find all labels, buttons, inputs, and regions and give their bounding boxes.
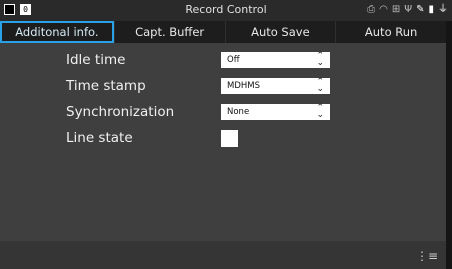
synchronization-label: Synchronization xyxy=(66,104,175,120)
synchronization-value: None xyxy=(227,107,250,117)
line-state-checkbox[interactable] xyxy=(221,129,238,147)
title-bar: 0 Record Control ⎙ ◠ ⊞ Ψ ✎ ▮ ⏚ xyxy=(0,0,452,21)
synchronization-select[interactable]: None ⌃ ⌄ xyxy=(221,104,330,120)
network-icon: ⊞ xyxy=(391,4,401,15)
tab-additional-info[interactable]: Additonal info. xyxy=(0,21,114,43)
updown-chevron-icon: ⌃ ⌄ xyxy=(316,103,324,120)
wifi-icon: ◠ xyxy=(379,4,388,15)
idle-time-select[interactable]: Off ⌃ ⌄ xyxy=(221,52,330,68)
idle-time-row: Idle time Off ⌃ ⌄ xyxy=(66,52,330,68)
synchronization-row: Synchronization None ⌃ ⌄ xyxy=(66,104,330,120)
battery-icon: ▮ xyxy=(428,4,434,15)
time-stamp-label: Time stamp xyxy=(66,78,146,94)
time-stamp-select[interactable]: MDHMS ⌃ ⌄ xyxy=(221,78,330,94)
tab-capture-buffer[interactable]: Capt. Buffer xyxy=(113,21,225,43)
line-state-row: Line state xyxy=(66,129,238,147)
bottom-bar: ⋮≡ xyxy=(0,241,446,269)
menu-icon[interactable]: ⋮≡ xyxy=(416,249,438,263)
pen-icon: ✎ xyxy=(416,4,425,15)
system-tray: ⎙ ◠ ⊞ Ψ ✎ ▮ ⏚ xyxy=(367,3,448,17)
usb-icon: Ψ xyxy=(404,4,413,15)
time-stamp-row: Time stamp MDHMS ⌃ ⌄ xyxy=(66,78,330,94)
tab-auto-save[interactable]: Auto Save xyxy=(224,21,336,43)
printer-icon: ⎙ xyxy=(367,4,376,15)
tab-bar: Additonal info. Capt. Buffer Auto Save A… xyxy=(0,21,446,43)
line-state-label: Line state xyxy=(66,130,133,146)
time-stamp-value: MDHMS xyxy=(227,81,260,91)
idle-time-label: Idle time xyxy=(66,52,126,68)
updown-chevron-icon: ⌃ ⌄ xyxy=(316,77,324,94)
idle-time-value: Off xyxy=(227,55,240,65)
record-control-screen: 0 Record Control ⎙ ◠ ⊞ Ψ ✎ ▮ ⏚ Additonal… xyxy=(0,0,452,269)
settings-panel: Idle time Off ⌃ ⌄ Time stamp MDHMS ⌃ ⌄ Syn… xyxy=(0,43,446,241)
updown-chevron-icon: ⌃ ⌄ xyxy=(316,51,324,68)
tab-auto-run[interactable]: Auto Run xyxy=(335,21,446,43)
right-edge-strip xyxy=(446,21,452,269)
plug-icon: ⏚ xyxy=(438,4,448,15)
